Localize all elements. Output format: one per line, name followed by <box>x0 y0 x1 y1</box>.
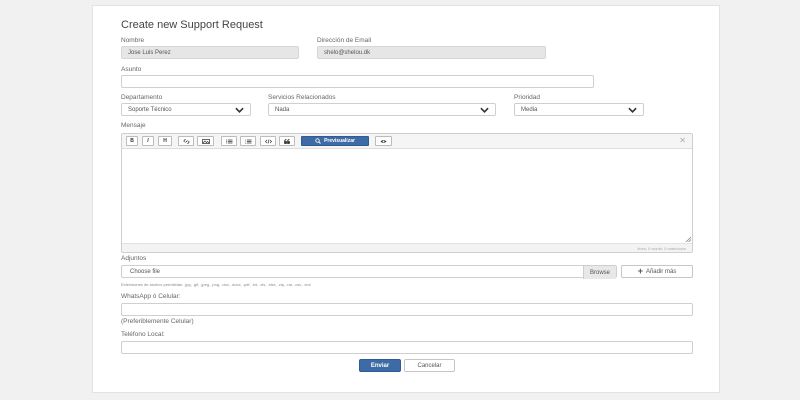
nombre-label: Nombre <box>121 37 145 44</box>
eye-icon <box>380 139 387 143</box>
prioridad-select[interactable]: Media <box>514 103 644 116</box>
file-placeholder: Choose file <box>130 268 161 275</box>
resize-handle-icon[interactable] <box>685 236 691 242</box>
nombre-value: Jose Luis Perez <box>128 49 171 56</box>
add-more-label: Añadir más <box>645 268 677 275</box>
browse-button[interactable]: Browse <box>582 266 616 279</box>
ordered-list-button[interactable] <box>240 136 256 146</box>
quote-button[interactable] <box>279 136 295 146</box>
nombre-field[interactable]: Jose Luis Perez <box>121 46 299 59</box>
email-field[interactable]: shelo@shelou.dk <box>317 46 546 59</box>
departamento-label: Departamento <box>121 94 163 101</box>
departamento-value: Soporte Técnico <box>128 106 172 113</box>
quote-icon <box>284 138 290 144</box>
editor-toolbar: B I H Previsualizar ✕ <box>122 134 692 149</box>
chevron-down-icon <box>628 107 637 113</box>
prioridad-label: Prioridad <box>514 94 541 101</box>
page-title: Create new Support Request <box>121 19 263 31</box>
whatsapp-help: (Preferiblemente Celular) <box>121 318 194 325</box>
adjuntos-label: Adjuntos <box>121 255 147 262</box>
code-button[interactable] <box>260 136 276 146</box>
servicios-value: Nada <box>275 106 290 113</box>
link-button[interactable] <box>178 136 194 146</box>
italic-button[interactable]: I <box>142 136 154 146</box>
unordered-list-button[interactable] <box>221 136 237 146</box>
editor-statusbar: lines: 0 words: 0 markdown <box>122 243 692 252</box>
list-ul-icon <box>225 139 232 143</box>
departamento-select[interactable]: Soporte Técnico <box>121 103 251 116</box>
markdown-editor: B I H Previsualizar ✕ lines: 0 words: 0 … <box>121 133 693 253</box>
heading-button[interactable]: H <box>158 136 172 146</box>
search-icon <box>315 138 321 144</box>
add-more-button[interactable]: + Añadir más <box>621 265 693 278</box>
preview-label: Previsualizar <box>324 138 355 144</box>
preview-button[interactable]: Previsualizar <box>301 136 369 146</box>
email-value: shelo@shelou.dk <box>324 49 371 56</box>
chevron-down-icon <box>480 107 489 113</box>
servicios-label: Servicios Relacionados <box>268 94 336 101</box>
image-icon <box>201 138 210 144</box>
whatsapp-input[interactable] <box>121 303 693 316</box>
image-button[interactable] <box>197 136 214 146</box>
close-icon[interactable]: ✕ <box>679 136 686 145</box>
asunto-input[interactable] <box>121 75 594 88</box>
mensaje-textarea[interactable] <box>122 149 692 243</box>
bold-button[interactable]: B <box>126 136 138 146</box>
plus-icon: + <box>637 266 643 276</box>
chevron-down-icon <box>235 107 244 113</box>
link-icon <box>183 138 189 144</box>
file-input[interactable]: Choose file Browse <box>121 265 617 279</box>
submit-button[interactable]: Enviar <box>359 359 401 372</box>
whatsapp-label: WhatsApp ó Celular: <box>121 293 181 300</box>
fullscreen-preview-button[interactable] <box>375 136 392 146</box>
code-icon <box>264 138 272 144</box>
servicios-select[interactable]: Nada <box>268 103 496 116</box>
support-request-card: Create new Support Request Nombre Jose L… <box>92 5 720 393</box>
telefono-input[interactable] <box>121 341 693 354</box>
extensions-help: Extensiones de archivo permitidas: .jpg,… <box>121 282 311 287</box>
cancel-button[interactable]: Cancelar <box>404 359 455 372</box>
list-ol-icon <box>244 139 251 144</box>
email-label: Dirección de Email <box>317 37 372 44</box>
mensaje-label: Mensaje <box>121 122 146 129</box>
prioridad-value: Media <box>521 106 538 113</box>
asunto-label: Asunto <box>121 66 142 73</box>
telefono-label: Teléfono Local: <box>121 331 165 338</box>
